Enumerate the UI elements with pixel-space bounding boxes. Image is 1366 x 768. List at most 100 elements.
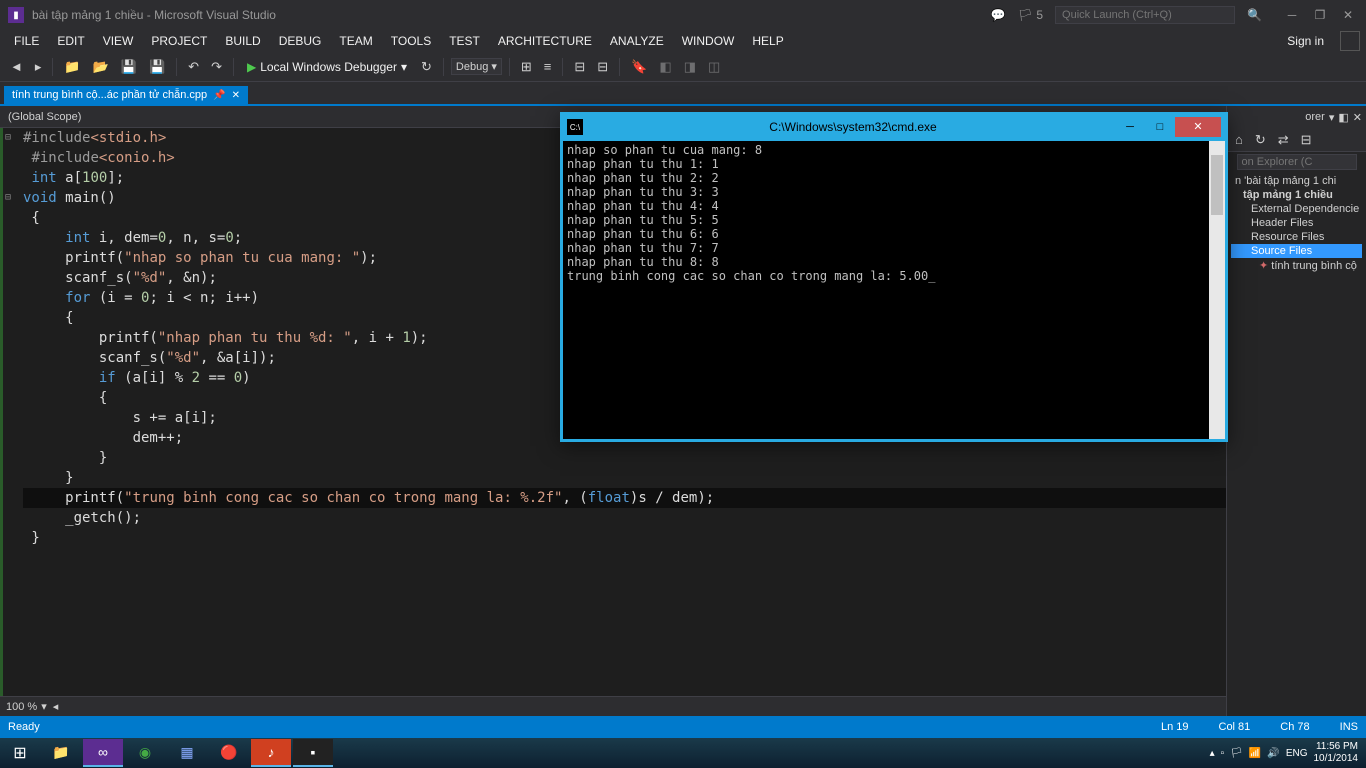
notification-flag-icon[interactable]: 🏳 5 bbox=[1018, 8, 1043, 22]
toolbar-icon-3[interactable]: ⊟ bbox=[570, 57, 589, 77]
tray-app-icon[interactable]: ▫ bbox=[1221, 748, 1225, 759]
tray-volume-icon[interactable]: 🔊 bbox=[1267, 748, 1279, 759]
undo-button[interactable]: ↶ bbox=[184, 57, 203, 77]
nav-back-button[interactable]: ◄ bbox=[6, 57, 27, 76]
config-label: Debug bbox=[456, 61, 488, 73]
tree-project[interactable]: tập mảng 1 chiều bbox=[1231, 188, 1362, 202]
tray-network-icon[interactable]: 📶 bbox=[1249, 748, 1261, 759]
panel-close-icon[interactable]: ✕ bbox=[1353, 111, 1362, 124]
toolbar-icon-4[interactable]: ⊟ bbox=[593, 57, 612, 77]
save-button[interactable]: 💾 bbox=[117, 57, 141, 77]
cmd-title: C:\Windows\system32\cmd.exe bbox=[591, 120, 1115, 134]
menu-bar: FILE EDIT VIEW PROJECT BUILD DEBUG TEAM … bbox=[0, 30, 1366, 52]
redo-button[interactable]: ↷ bbox=[207, 57, 226, 77]
tray-lang[interactable]: ENG bbox=[1286, 748, 1308, 759]
scroll-left-icon[interactable]: ◂ bbox=[53, 700, 59, 713]
zoom-dropdown-icon[interactable]: ▾ bbox=[41, 700, 47, 713]
explorer-collapse-icon[interactable]: ⊟ bbox=[1297, 130, 1316, 150]
config-dropdown[interactable]: Debug ▾ bbox=[451, 58, 502, 75]
menu-test[interactable]: TEST bbox=[441, 32, 488, 50]
task-utorrent-icon[interactable]: ◉ bbox=[125, 739, 165, 767]
pin-icon[interactable]: 📌 bbox=[213, 90, 225, 101]
nav-fwd-button[interactable]: ▸ bbox=[31, 57, 46, 77]
solution-explorer-panel: orer ▾ ◧ ✕ ⌂ ↻ ⇄ ⊟ n 'bài tập mảng 1 chi… bbox=[1226, 106, 1366, 716]
maximize-button[interactable]: ❐ bbox=[1310, 8, 1330, 22]
tray-up-icon[interactable]: ▴ bbox=[1210, 748, 1215, 759]
play-icon: ▶ bbox=[247, 60, 256, 74]
tray-date: 10/1/2014 bbox=[1314, 753, 1359, 765]
new-project-button[interactable]: 📁 bbox=[60, 57, 84, 77]
open-file-button[interactable]: 📂 bbox=[89, 57, 113, 77]
feedback-icon[interactable]: 💬 bbox=[991, 8, 1006, 22]
panel-dropdown-icon[interactable]: ▾ bbox=[1329, 111, 1335, 124]
menu-edit[interactable]: EDIT bbox=[49, 32, 92, 50]
task-app-icon[interactable]: ♪ bbox=[251, 739, 291, 767]
close-button[interactable]: ✕ bbox=[1338, 8, 1358, 22]
explorer-refresh-icon[interactable]: ↻ bbox=[1251, 130, 1270, 150]
tab-close-icon[interactable]: ✕ bbox=[232, 90, 240, 101]
tree-solution[interactable]: n 'bài tập mảng 1 chi bbox=[1231, 174, 1362, 188]
cmd-output[interactable]: nhap so phan tu cua mang: 8nhap phan tu … bbox=[561, 141, 1227, 441]
status-line: Ln 19 bbox=[1161, 721, 1189, 733]
menu-architecture[interactable]: ARCHITECTURE bbox=[490, 32, 600, 50]
cmd-minimize-button[interactable]: ─ bbox=[1115, 117, 1145, 137]
toolbar-icon-1[interactable]: ⊞ bbox=[517, 57, 536, 77]
debugger-label: Local Windows Debugger bbox=[260, 60, 397, 74]
tray-flag-icon[interactable]: 🏳 bbox=[1230, 748, 1243, 759]
cmd-titlebar[interactable]: C:\ C:\Windows\system32\cmd.exe ─ □ ✕ bbox=[561, 113, 1227, 141]
status-col: Col 81 bbox=[1219, 721, 1251, 733]
quick-launch-input[interactable] bbox=[1055, 6, 1235, 24]
start-debug-button[interactable]: ▶ Local Windows Debugger ▾ bbox=[241, 58, 413, 76]
menu-tools[interactable]: TOOLS bbox=[383, 32, 439, 50]
cmd-icon: C:\ bbox=[567, 119, 583, 135]
tree-external-deps[interactable]: External Dependencie bbox=[1231, 202, 1362, 216]
file-tab-active[interactable]: tính trung bình cộ...ác phần tử chẵn.cpp… bbox=[4, 86, 248, 104]
menu-project[interactable]: PROJECT bbox=[143, 32, 215, 50]
tree-header-files[interactable]: Header Files bbox=[1231, 216, 1362, 230]
panel-pin-icon[interactable]: ◧ bbox=[1338, 111, 1348, 124]
bookmark-icon[interactable]: 🔖 bbox=[627, 57, 651, 77]
cmd-scrollbar[interactable] bbox=[1209, 141, 1225, 439]
search-icon[interactable]: 🔍 bbox=[1247, 8, 1262, 22]
cmd-scroll-thumb[interactable] bbox=[1211, 155, 1223, 215]
sign-in-link[interactable]: Sign in bbox=[1279, 32, 1332, 50]
task-cmd-icon[interactable]: ▪ bbox=[293, 739, 333, 767]
menu-debug[interactable]: DEBUG bbox=[271, 32, 330, 50]
refresh-button[interactable]: ↻ bbox=[417, 57, 436, 77]
system-tray: ▴ ▫ 🏳 📶 🔊 ENG 11:56 PM 10/1/2014 bbox=[1202, 741, 1366, 765]
tree-source-file[interactable]: ✦ tính trung bình cộ bbox=[1231, 258, 1362, 273]
tree-resource-files[interactable]: Resource Files bbox=[1231, 230, 1362, 244]
task-chrome-icon[interactable]: 🔴 bbox=[209, 739, 249, 767]
minimize-button[interactable]: ─ bbox=[1282, 8, 1302, 22]
cmd-window[interactable]: C:\ C:\Windows\system32\cmd.exe ─ □ ✕ nh… bbox=[560, 112, 1228, 442]
save-all-button[interactable]: 💾 bbox=[145, 57, 169, 77]
scope-label: (Global Scope) bbox=[8, 111, 81, 123]
search-solution-input[interactable] bbox=[1237, 154, 1357, 170]
menu-window[interactable]: WINDOW bbox=[674, 32, 743, 50]
tree-source-files[interactable]: Source Files bbox=[1231, 244, 1362, 258]
task-calc-icon[interactable]: ▦ bbox=[167, 739, 207, 767]
menu-file[interactable]: FILE bbox=[6, 32, 47, 50]
toolbar-icon-2[interactable]: ≡ bbox=[540, 57, 556, 76]
document-tabs: tính trung bình cộ...ác phần tử chẵn.cpp… bbox=[0, 82, 1366, 106]
zoom-level[interactable]: 100 % bbox=[6, 701, 37, 713]
status-char: Ch 78 bbox=[1280, 721, 1309, 733]
task-vs-icon[interactable]: ∞ bbox=[83, 739, 123, 767]
explorer-home-icon[interactable]: ⌂ bbox=[1231, 130, 1247, 149]
start-button[interactable]: ⊞ bbox=[0, 738, 40, 768]
solution-tree: n 'bài tập mảng 1 chi tập mảng 1 chiều E… bbox=[1227, 172, 1366, 275]
chevron-down-icon: ▾ bbox=[401, 60, 407, 74]
menu-view[interactable]: VIEW bbox=[95, 32, 142, 50]
cmd-close-button[interactable]: ✕ bbox=[1175, 117, 1221, 137]
explorer-sync-icon[interactable]: ⇄ bbox=[1274, 130, 1293, 150]
task-explorer-icon[interactable]: 📁 bbox=[41, 739, 81, 767]
toolbar: ◄ ▸ 📁 📂 💾 💾 ↶ ↷ ▶ Local Windows Debugger… bbox=[0, 52, 1366, 82]
tray-clock[interactable]: 11:56 PM 10/1/2014 bbox=[1314, 741, 1359, 765]
menu-help[interactable]: HELP bbox=[744, 32, 791, 50]
menu-team[interactable]: TEAM bbox=[331, 32, 380, 50]
avatar-icon[interactable] bbox=[1340, 31, 1360, 51]
menu-build[interactable]: BUILD bbox=[217, 32, 268, 50]
cmd-maximize-button[interactable]: □ bbox=[1145, 117, 1175, 137]
vs-logo-icon: ▮ bbox=[8, 7, 24, 23]
menu-analyze[interactable]: ANALYZE bbox=[602, 32, 672, 50]
